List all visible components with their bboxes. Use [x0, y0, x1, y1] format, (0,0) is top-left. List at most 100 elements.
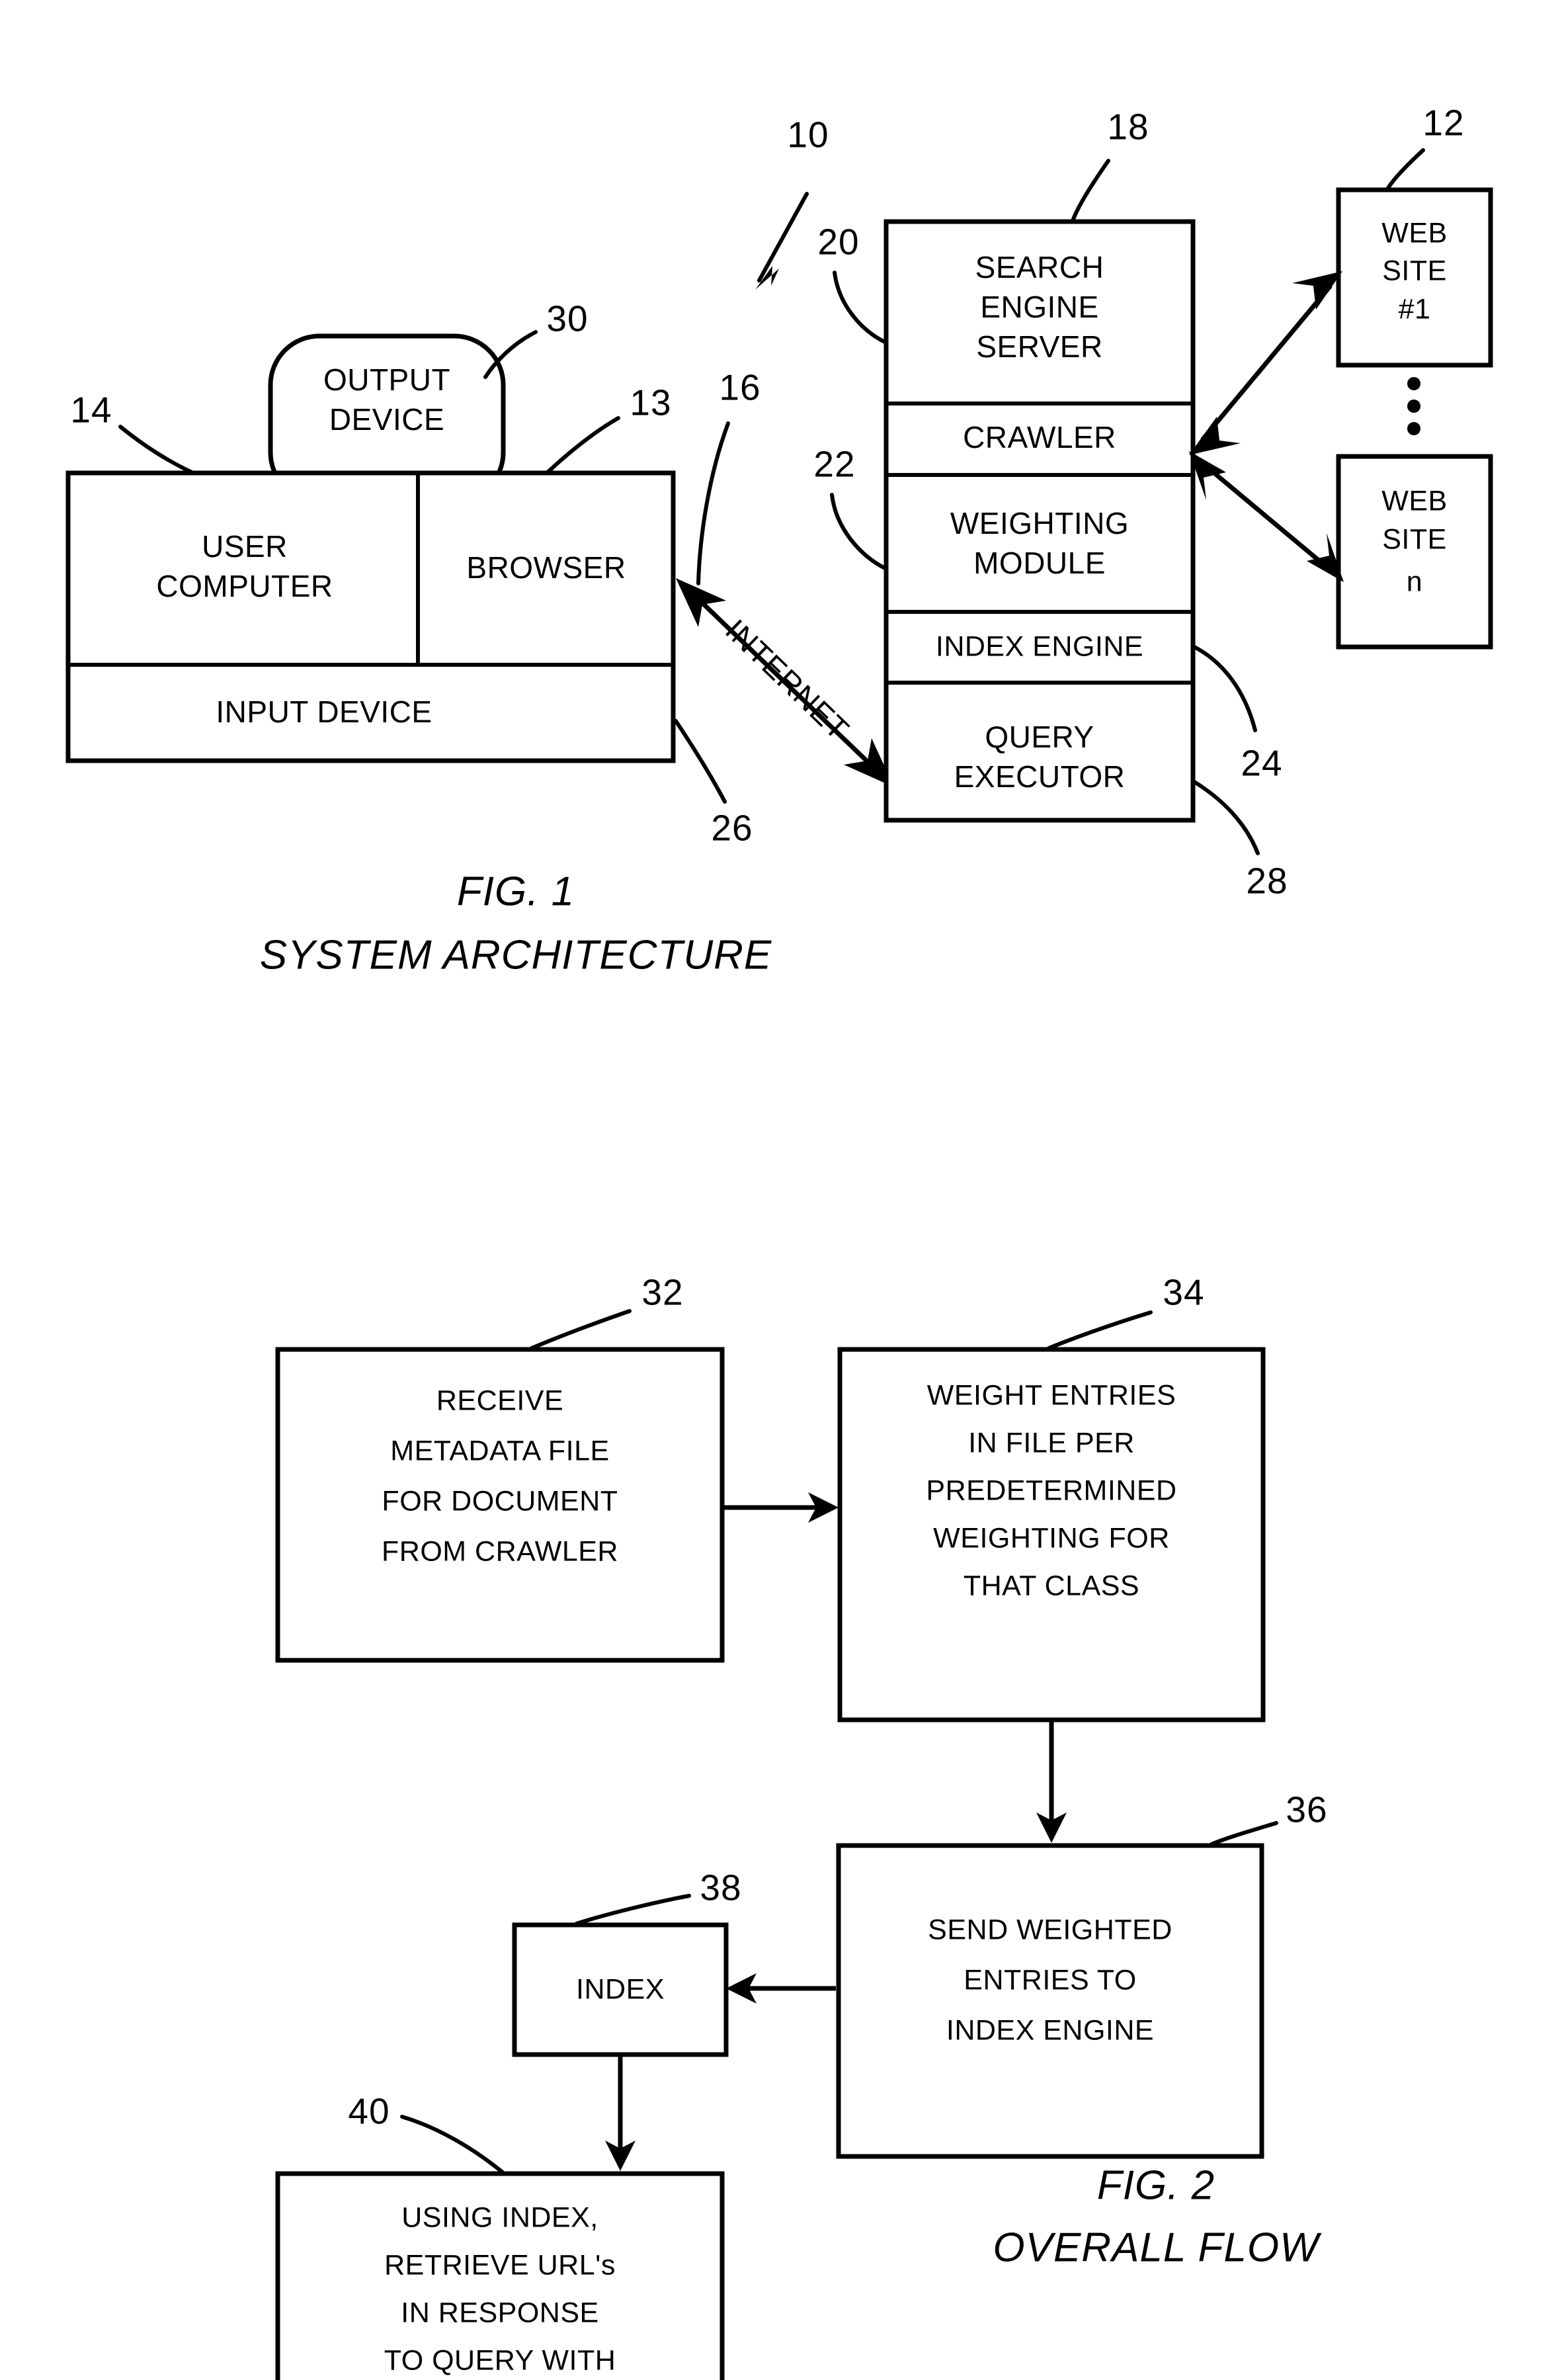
- web-site-n-label-line2: SITE: [1382, 523, 1447, 555]
- web-sites-ellipsis: [1407, 377, 1420, 435]
- step-send-line2: ENTRIES TO: [964, 1964, 1136, 1996]
- arrow-receive-to-weight: [722, 1492, 839, 1523]
- step-receive-line1: RECEIVE: [436, 1384, 563, 1416]
- ref-32-leader: [530, 1309, 632, 1350]
- ref-16-leader: [696, 421, 730, 585]
- step-send-box[interactable]: [836, 1843, 1264, 2159]
- web-site-n-label-line3: n: [1407, 566, 1422, 597]
- system-ref-10-callout: 10: [755, 114, 829, 290]
- crawler-websiten-connection: [1189, 451, 1344, 582]
- ref-number-38: 38: [700, 1867, 741, 1908]
- ref-number-30: 30: [546, 298, 588, 339]
- crawler-websiten-line: [1200, 461, 1333, 572]
- user-computer-assembly[interactable]: USER COMPUTER BROWSER INPUT DEVICE: [65, 470, 676, 763]
- ellipsis-dot-2: [1407, 400, 1420, 413]
- ref-number-24: 24: [1241, 743, 1282, 784]
- ref-14-callout: 14: [70, 390, 194, 474]
- step-retrieve-line4: TO QUERY WITH: [384, 2344, 616, 2376]
- ref-22-callout: 22: [813, 444, 888, 571]
- crawler-website1-line: [1200, 284, 1333, 442]
- search-engine-server-label-line3: SERVER: [976, 329, 1102, 364]
- search-engine-server-assembly[interactable]: SEARCH ENGINE SERVER CRAWLER WEIGHTING M…: [884, 219, 1196, 823]
- output-device-label-line2: DEVICE: [329, 402, 444, 437]
- ref-number-20: 20: [817, 222, 859, 263]
- ref-24-leader: [1192, 645, 1257, 732]
- internet-connection: INTERNET: [676, 578, 894, 787]
- internet-label: INTERNET: [719, 613, 856, 747]
- web-site-n-label-line1: WEB: [1381, 485, 1447, 517]
- step-receive-line4: FROM CRAWLER: [382, 1535, 618, 1567]
- search-engine-server-label-line1: SEARCH: [975, 250, 1104, 284]
- ref-number-10: 10: [787, 114, 829, 155]
- ref-24-callout: 24: [1192, 645, 1282, 784]
- web-site-1-label-line1: WEB: [1381, 217, 1447, 249]
- figure-1-group: 10 OUTPUT DEVICE 30 USER COMPUTER BROWSE…: [65, 103, 1493, 978]
- step-receive-node[interactable]: RECEIVE METADATA FILE FOR DOCUMENT FROM …: [275, 1347, 725, 1663]
- crawler-label: CRAWLER: [963, 420, 1116, 454]
- arrow-index-to-retrieve: [605, 2055, 636, 2171]
- user-computer-label-line2: COMPUTER: [156, 569, 333, 603]
- ref-number-36: 36: [1286, 1789, 1327, 1830]
- search-engine-server-label-line2: ENGINE: [980, 290, 1098, 324]
- ref-12-leader: [1385, 148, 1425, 191]
- ref-10-leader: [757, 192, 809, 282]
- ref-14-leader: [118, 425, 194, 474]
- index-label: INDEX: [576, 1973, 665, 2005]
- figure-2-caption: FIG. 2 OVERALL FLOW: [993, 2162, 1322, 2270]
- weighting-module-label-line1: WEIGHTING: [950, 506, 1129, 540]
- ref-34-callout: 34: [1047, 1272, 1204, 1350]
- ref-number-22: 22: [813, 444, 855, 485]
- ref-number-40: 40: [348, 2091, 390, 2132]
- ref-40-leader: [400, 2115, 505, 2174]
- ref-26-leader: [674, 719, 727, 804]
- ref-number-34: 34: [1163, 1272, 1204, 1313]
- figure-2-caption-line2: OVERALL FLOW: [993, 2225, 1322, 2270]
- figure-1-caption-line1: FIG. 1: [457, 869, 575, 914]
- ref-13-leader: [546, 416, 620, 474]
- ref-number-16: 16: [719, 367, 760, 408]
- figure-2-group: RECEIVE METADATA FILE FOR DOCUMENT FROM …: [275, 1272, 1327, 2380]
- step-weight-node[interactable]: WEIGHT ENTRIES IN FILE PER PREDETERMINED…: [837, 1347, 1266, 1722]
- ellipsis-dot-3: [1407, 422, 1420, 435]
- patent-drawing-sheet: 10 OUTPUT DEVICE 30 USER COMPUTER BROWSE…: [0, 0, 1562, 2380]
- web-site-1-label-line2: SITE: [1382, 255, 1447, 286]
- figure-1-caption: FIG. 1 SYSTEM ARCHITECTURE: [260, 869, 772, 978]
- web-site-1-label-line3: #1: [1399, 293, 1431, 325]
- query-executor-label-line1: QUERY: [985, 720, 1094, 754]
- step-send-line3: INDEX ENGINE: [946, 2014, 1154, 2046]
- arrow-weight-to-send: [1036, 1720, 1067, 1843]
- ref-20-leader: [833, 271, 888, 345]
- figure-2-caption-line1: FIG. 2: [1097, 2162, 1215, 2208]
- step-retrieve-line2: RETRIEVE URL's: [384, 2249, 616, 2281]
- step-receive-line3: FOR DOCUMENT: [382, 1485, 618, 1517]
- user-computer-label-line1: USER: [202, 529, 288, 564]
- step-retrieve-node[interactable]: USING INDEX, RETRIEVE URL's IN RESPONSE …: [275, 2171, 725, 2380]
- ref-number-28: 28: [1246, 861, 1288, 902]
- index-node[interactable]: INDEX: [512, 1922, 729, 2057]
- ref-32-callout: 32: [530, 1272, 683, 1350]
- step-send-node[interactable]: SEND WEIGHTED ENTRIES TO INDEX ENGINE: [836, 1843, 1264, 2159]
- arrow-send-to-index: [726, 1973, 836, 2004]
- ref-36-leader: [1210, 1821, 1278, 1846]
- ref-34-leader: [1047, 1310, 1153, 1350]
- web-site-n-node[interactable]: WEB SITE n: [1336, 454, 1493, 650]
- ref-number-14: 14: [70, 390, 112, 431]
- ref-38-callout: 38: [575, 1867, 741, 1926]
- ref-38-leader: [575, 1894, 691, 1926]
- ref-40-callout: 40: [348, 2091, 505, 2174]
- ref-12-callout: 12: [1385, 103, 1464, 191]
- ref-13-callout: 13: [546, 382, 671, 474]
- ref-number-12: 12: [1422, 103, 1464, 144]
- output-device-label-line1: OUTPUT: [323, 362, 450, 397]
- ref-18-callout: 18: [1071, 106, 1149, 223]
- ref-20-callout: 20: [817, 222, 888, 345]
- step-retrieve-line3: IN RESPONSE: [401, 2297, 598, 2328]
- step-retrieve-line1: USING INDEX,: [401, 2201, 598, 2233]
- browser-label: BROWSER: [466, 550, 626, 585]
- web-site-1-node[interactable]: WEB SITE #1: [1336, 187, 1493, 368]
- weighting-module-label-line2: MODULE: [973, 546, 1106, 580]
- step-weight-line3: PREDETERMINED: [926, 1474, 1176, 1506]
- ref-number-13: 13: [630, 382, 671, 423]
- step-weight-line2: IN FILE PER: [968, 1427, 1135, 1459]
- ellipsis-dot-1: [1407, 377, 1420, 390]
